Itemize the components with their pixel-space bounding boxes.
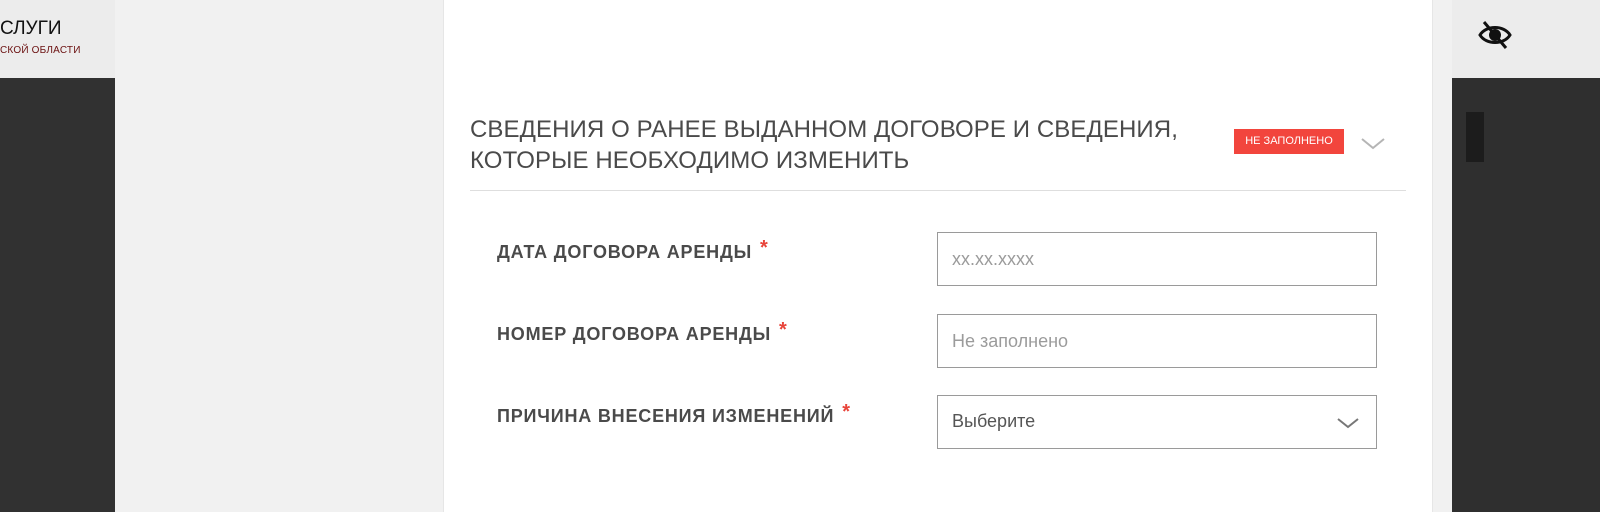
section-divider (470, 190, 1406, 191)
section-title-line-1: СВЕДЕНИЯ О РАНЕЕ ВЫДАННОМ ДОГОВОРЕ И СВЕ… (470, 116, 1178, 143)
change-reason-label-text: ПРИЧИНА ВНЕСЕНИЯ ИЗМЕНЕНИЙ (497, 406, 835, 426)
section-title-line-2: КОТОРЫЕ НЕОБХОДИМО ИЗМЕНИТЬ (470, 147, 910, 174)
change-reason-label: ПРИЧИНА ВНЕСЕНИЯ ИЗМЕНЕНИЙ * (497, 401, 851, 428)
required-asterisk: * (779, 319, 788, 341)
contract-date-label: ДАТА ДОГОВОРА АРЕНДЫ * (497, 237, 769, 264)
contract-number-input[interactable] (937, 314, 1377, 368)
chevron-down-icon[interactable] (1360, 136, 1386, 152)
contract-number-label-text: НОМЕР ДОГОВОРА АРЕНДЫ (497, 324, 772, 344)
eye-icon[interactable] (1478, 18, 1512, 52)
chevron-down-icon (1337, 418, 1359, 429)
required-asterisk: * (760, 237, 769, 259)
status-badge: НЕ ЗАПОЛНЕНО (1234, 129, 1344, 154)
site-logo-subtitle: СКОЙ ОБЛАСТИ (0, 45, 81, 56)
change-reason-selected-value: Выберите (952, 411, 1036, 431)
section-title[interactable]: СВЕДЕНИЯ О РАНЕЕ ВЫДАННОМ ДОГОВОРЕ И СВЕ… (470, 114, 1210, 176)
site-logo-title: СЛУГИ (0, 18, 62, 39)
contract-date-input[interactable] (937, 232, 1377, 286)
contract-number-label: НОМЕР ДОГОВОРА АРЕНДЫ * (497, 319, 788, 346)
required-asterisk: * (842, 401, 851, 423)
background-element (1466, 112, 1484, 162)
contract-date-label-text: ДАТА ДОГОВОРА АРЕНДЫ (497, 242, 753, 262)
background-overlay-left (0, 78, 115, 512)
change-reason-select[interactable]: Выберите (937, 395, 1377, 449)
